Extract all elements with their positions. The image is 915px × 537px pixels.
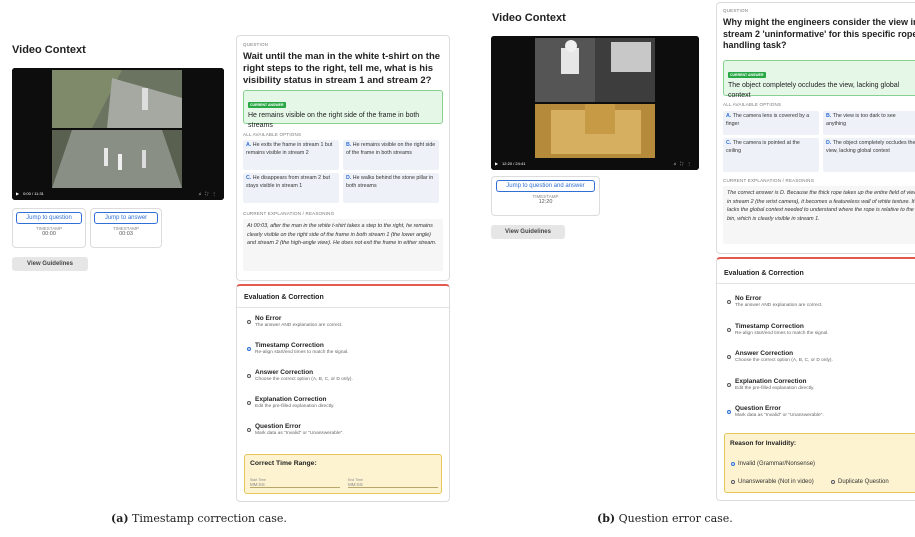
duplicate-option-label: Duplicate Question (838, 478, 889, 485)
radio-answer-correction[interactable] (727, 355, 731, 359)
radio-explanation-correction[interactable] (247, 401, 251, 405)
current-answer-badge: CURRENT ANSWER (248, 102, 286, 108)
more-icon[interactable]: ⋮ (687, 161, 691, 166)
current-answer-text: The object completely occludes the view,… (728, 82, 900, 99)
invalidity-title: Reason for Invalidity: (730, 440, 797, 447)
play-icon[interactable]: ▶ (16, 191, 19, 196)
option-a: A. He exits the frame in stream 1 but re… (243, 140, 339, 170)
radio-question-error[interactable] (247, 428, 251, 432)
jump-to-question-button[interactable]: Jump to question (16, 212, 82, 224)
evaluation-title: Evaluation & Correction (244, 294, 324, 301)
options-header: ALL AVAILABLE OPTIONS (243, 132, 302, 137)
option-c: C. The camera is pointed at the ceiling (723, 138, 819, 172)
question-header: QUESTION (723, 8, 749, 13)
options-header: ALL AVAILABLE OPTIONS (723, 102, 782, 107)
answer-timestamp: 00:03 (119, 231, 133, 237)
radio-invalid[interactable] (731, 462, 735, 466)
radio-explanation-correction[interactable] (727, 383, 731, 387)
question-timestamp-card: Jump to question TIMESTAMP 00:00 (12, 208, 86, 248)
radio-unanswerable[interactable] (731, 480, 735, 484)
current-answer-text: He remains visible on the right side of … (248, 112, 420, 129)
video-player[interactable]: ▶ 0:00 / 11:31 ♫ ⛶ ⋮ (12, 68, 224, 200)
explanation-text: The correct answer is D. Because the thi… (723, 186, 915, 244)
view-guidelines-button[interactable]: View Guidelines (491, 225, 565, 239)
answer-timestamp-card: Jump to answer TIMESTAMP 00:03 (90, 208, 162, 248)
video-context-title: Video Context (492, 12, 566, 24)
explanation-text: At 00:03, after the man in the white t-s… (243, 219, 443, 271)
divider (717, 283, 915, 284)
volume-icon[interactable]: ♫ (673, 161, 676, 166)
jump-to-answer-button[interactable]: Jump to answer (94, 212, 158, 224)
radio-answer-correction[interactable] (247, 374, 251, 378)
question-timestamp: 00:00 (42, 231, 56, 237)
end-time-field[interactable]: End Time MM:SS (348, 478, 438, 488)
explanation-header: CURRENT EXPLANATION / REASONING (243, 211, 335, 216)
option-a: A. The camera lens is covered by a finge… (723, 111, 819, 135)
play-icon[interactable]: ▶ (495, 161, 498, 166)
question-panel: QUESTION Wait until the man in the white… (236, 35, 450, 281)
volume-icon[interactable]: ♫ (198, 191, 201, 196)
video-player[interactable]: ▶ 12:20 / 24:41 ♫ ⛶ ⋮ (491, 36, 699, 170)
fullscreen-icon[interactable]: ⛶ (680, 161, 683, 166)
timestamp-card: Jump to question and answer TIMESTAMP 12… (491, 176, 600, 216)
current-answer-box: CURRENT ANSWER He remains visible on the… (243, 90, 443, 129)
caption-a: (a) Timestamp correction case. (111, 512, 287, 525)
question-panel: QUESTION Why might the engineers conside… (716, 2, 915, 254)
current-answer-box: CURRENT ANSWER The object completely occ… (723, 60, 915, 99)
option-c: C. He disappears from stream 2 but stays… (243, 173, 339, 203)
invalid-option-label: Invalid (Grammar/Nonsense) (738, 460, 816, 467)
evaluation-panel: Evaluation & Correction No Error The ans… (716, 257, 915, 501)
video-frame (491, 36, 699, 170)
radio-timestamp-correction[interactable] (727, 328, 731, 332)
option-d: D. He walks behind the stone pillar in b… (343, 173, 439, 203)
divider (237, 307, 449, 308)
option-b: B. The view is too dark to see anything (823, 111, 915, 135)
evaluation-panel: Evaluation & Correction No Error The ans… (236, 284, 450, 502)
video-time: 0:00 / 11:31 (23, 190, 44, 196)
option-d: D. The object completely occludes the vi… (823, 138, 915, 172)
radio-no-error[interactable] (247, 320, 251, 324)
invalidity-reason-box: Reason for Invalidity: Invalid (Grammar/… (724, 433, 915, 493)
fullscreen-icon[interactable]: ⛶ (205, 191, 208, 196)
radio-timestamp-correction[interactable] (247, 347, 251, 351)
current-answer-badge: CURRENT ANSWER (728, 72, 766, 78)
radio-question-error[interactable] (727, 410, 731, 414)
radio-duplicate[interactable] (831, 480, 835, 484)
video-controls: ▶ 12:20 / 24:41 ♫ ⛶ ⋮ (491, 156, 699, 170)
more-icon[interactable]: ⋮ (212, 191, 216, 196)
view-guidelines-button[interactable]: View Guidelines (12, 257, 88, 271)
video-controls: ▶ 0:00 / 11:31 ♫ ⛶ ⋮ (12, 186, 224, 200)
radio-no-error[interactable] (727, 300, 731, 304)
explanation-header: CURRENT EXPLANATION / REASONING (723, 178, 815, 183)
question-text: Why might the engineers consider the vie… (723, 17, 915, 50)
video-context-title: Video Context (12, 44, 86, 56)
unanswerable-option-label: Unanswerable (Not in video) (738, 478, 814, 485)
jump-to-question-and-answer-button[interactable]: Jump to question and answer (496, 180, 595, 192)
timestamp: 12:20 (538, 199, 553, 205)
correct-time-title: Correct Time Range: (250, 460, 317, 467)
video-time: 12:20 / 24:41 (502, 160, 526, 166)
option-b: B. He remains visible on the right side … (343, 140, 439, 170)
correct-time-range-box: Correct Time Range: Start Time MM:SS End… (244, 454, 442, 494)
video-frame (12, 68, 224, 200)
question-header: QUESTION (243, 42, 269, 47)
evaluation-title: Evaluation & Correction (724, 270, 804, 277)
caption-b: (b) Question error case. (597, 512, 733, 525)
question-text: Wait until the man in the white t-shirt … (243, 51, 441, 86)
start-time-field[interactable]: Start Time MM:SS (250, 478, 340, 488)
